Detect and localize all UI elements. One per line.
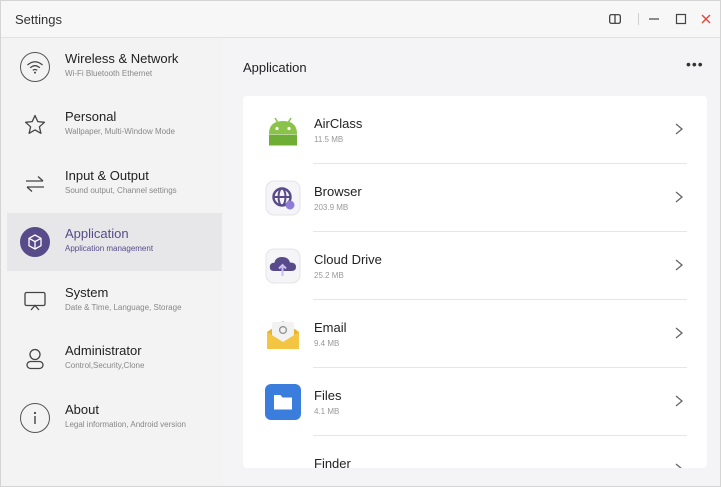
sidebar-item-input-output[interactable]: Input & Output Sound output, Channel set… — [7, 155, 222, 213]
sidebar-item-subtitle: Control,Security,Clone — [65, 361, 145, 370]
title-bar-divider — [638, 13, 639, 25]
sidebar-item-subtitle: Date & Time, Language, Storage — [65, 303, 182, 312]
sidebar-item-subtitle: Wi-Fi Bluetooth Ethernet — [65, 69, 153, 78]
settings-sidebar: Wireless & Network Wi-Fi Bluetooth Ether… — [1, 38, 222, 486]
application-panel: Application ••• AirClass 11.5 MB Browser… — [223, 38, 720, 486]
sidebar-item-label: About — [65, 402, 99, 417]
swap-arrows-icon — [20, 169, 50, 199]
minimize-icon[interactable] — [644, 9, 664, 29]
app-size: 9.4 MB — [314, 339, 340, 348]
page-title: Application — [243, 60, 307, 75]
sidebar-item-label: Personal — [65, 109, 117, 124]
sidebar-item-subtitle: Sound output, Channel settings — [65, 186, 177, 195]
globe-icon — [265, 180, 301, 216]
sidebar-item-application[interactable]: Application Application management — [7, 213, 222, 271]
settings-window: Settings Wireless & Network Wi-Fi Blueto… — [0, 0, 721, 487]
chevron-right-icon — [675, 463, 682, 468]
cloud-upload-icon — [265, 248, 301, 284]
folder-icon — [265, 384, 301, 420]
chevron-right-icon — [675, 327, 684, 339]
info-icon — [20, 403, 50, 433]
wifi-icon — [20, 52, 50, 82]
app-size: 4.1 MB — [314, 407, 340, 416]
title-bar: Settings — [1, 1, 720, 38]
star-icon — [20, 110, 50, 140]
chevron-right-icon — [675, 395, 684, 407]
maximize-icon[interactable] — [671, 9, 691, 29]
android-icon — [265, 112, 301, 148]
sidebar-item-label: Input & Output — [65, 168, 149, 183]
envelope-icon — [265, 316, 301, 352]
sidebar-item-subtitle: Wallpaper, Multi-Window Mode — [65, 127, 175, 136]
app-name: AirClass — [314, 116, 363, 131]
user-icon — [20, 344, 50, 374]
sidebar-item-system[interactable]: System Date & Time, Language, Storage — [7, 272, 222, 330]
app-size: 25.2 MB — [314, 271, 344, 280]
app-row-finder[interactable]: Finder — [243, 436, 707, 468]
monitor-icon — [20, 286, 50, 316]
sidebar-item-wireless-network[interactable]: Wireless & Network Wi-Fi Bluetooth Ether… — [7, 38, 222, 96]
sidebar-item-label: Application — [65, 226, 129, 241]
sidebar-item-subtitle: Legal information, Android version — [65, 420, 186, 429]
chevron-right-icon — [675, 123, 684, 135]
sidebar-item-about[interactable]: About Legal information, Android version — [7, 389, 222, 447]
sidebar-item-subtitle: Application management — [65, 244, 154, 253]
app-row-browser[interactable]: Browser 203.9 MB — [243, 164, 707, 232]
cube-icon — [20, 227, 50, 257]
sidebar-item-label: Administrator — [65, 343, 142, 358]
finder-icon — [265, 452, 301, 468]
chevron-right-icon — [675, 191, 684, 203]
chevron-right-icon — [675, 259, 684, 271]
sidebar-item-administrator[interactable]: Administrator Control,Security,Clone — [7, 330, 222, 388]
app-row-cloud-drive[interactable]: Cloud Drive 25.2 MB — [243, 232, 707, 300]
app-name: Browser — [314, 184, 362, 199]
close-icon[interactable] — [696, 9, 716, 29]
sidebar-item-label: System — [65, 285, 109, 300]
app-name: Finder — [314, 456, 351, 468]
app-size: 203.9 MB — [314, 203, 349, 212]
app-name: Email — [314, 320, 347, 335]
sidebar-item-label: Wireless & Network — [65, 51, 179, 66]
app-row-airclass[interactable]: AirClass 11.5 MB — [243, 96, 707, 164]
app-size: 11.5 MB — [314, 135, 344, 144]
split-view-icon[interactable] — [605, 9, 625, 29]
window-title: Settings — [15, 12, 62, 27]
app-row-email[interactable]: Email 9.4 MB — [243, 300, 707, 368]
app-name: Files — [314, 388, 342, 403]
sidebar-item-personal[interactable]: Personal Wallpaper, Multi-Window Mode — [7, 96, 222, 154]
app-name: Cloud Drive — [314, 252, 382, 267]
more-horizontal-icon[interactable]: ••• — [686, 56, 704, 72]
app-list: AirClass 11.5 MB Browser 203.9 MB Cloud … — [243, 96, 707, 468]
app-row-files[interactable]: Files 4.1 MB — [243, 368, 707, 436]
